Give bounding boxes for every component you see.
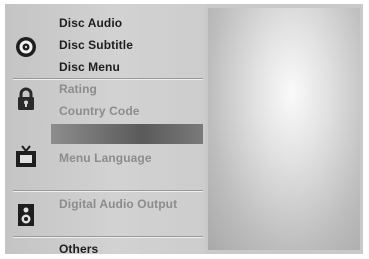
tv-icon <box>15 144 37 170</box>
setup-menu: Disc Audio Disc Subtitle Disc Menu Ratin… <box>5 4 205 254</box>
menu-item-others[interactable]: Others <box>59 242 98 254</box>
menu-item-country-code[interactable]: Country Code <box>59 104 140 118</box>
disc-icon <box>15 34 37 60</box>
speaker-icon <box>15 202 37 228</box>
menu-item-digital-audio-output[interactable]: Digital Audio Output <box>59 197 177 211</box>
tv-section: Menu Language <box>5 144 205 194</box>
audio-section: Digital Audio Output <box>5 192 205 236</box>
disc-section: Disc Audio Disc Subtitle Disc Menu <box>5 4 205 80</box>
osd-screen: Disc Audio Disc Subtitle Disc Menu Ratin… <box>5 4 363 254</box>
lock-section: Rating Country Code <box>5 80 205 124</box>
others-section: Others <box>5 238 205 254</box>
menu-item-menu-language[interactable]: Menu Language <box>59 151 152 165</box>
selection-highlight-bar <box>51 124 203 144</box>
padlock-icon <box>15 86 37 112</box>
menu-item-disc-subtitle[interactable]: Disc Subtitle <box>59 38 133 52</box>
preview-panel <box>208 8 360 250</box>
menu-item-rating[interactable]: Rating <box>59 82 97 96</box>
menu-item-disc-menu[interactable]: Disc Menu <box>59 60 120 74</box>
menu-item-disc-audio[interactable]: Disc Audio <box>59 16 122 30</box>
